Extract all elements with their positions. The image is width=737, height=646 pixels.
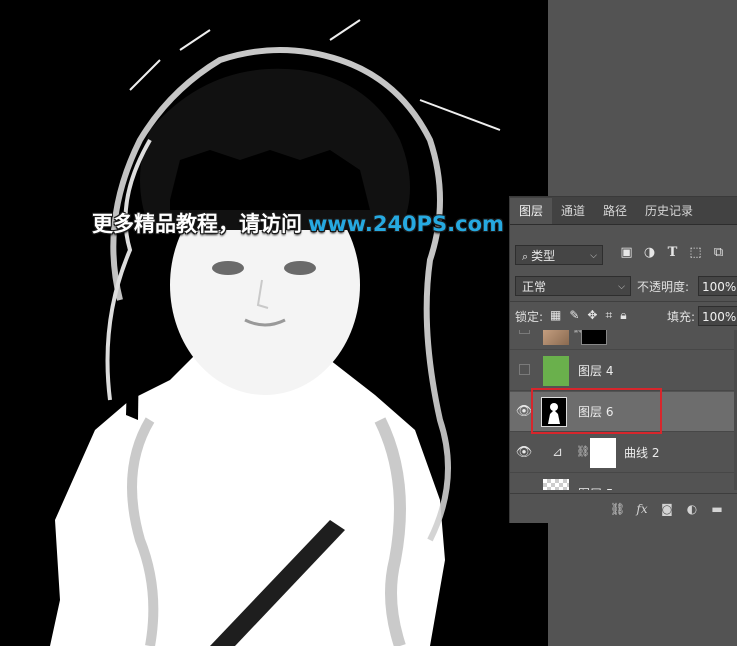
watermark-text: 更多精品教程，请访问 bbox=[92, 212, 302, 236]
link-icon: ⛓ bbox=[576, 445, 590, 458]
layer-thumbnail bbox=[543, 479, 569, 490]
lock-icons: ▦ ✎ ✥ ⌗ 🔒︎ bbox=[550, 308, 627, 323]
tab-channels[interactable]: 通道 bbox=[552, 198, 594, 224]
filter-icons: ▣ ◑ T ⬚ ⧉ bbox=[620, 246, 725, 259]
divider bbox=[510, 301, 737, 302]
fill-input[interactable]: 100% bbox=[698, 306, 737, 326]
lock-transparency-icon[interactable]: ▦ bbox=[550, 308, 561, 323]
layer-row-partial[interactable]: ⛓ bbox=[510, 330, 737, 350]
layer-name[interactable]: 图层 5 bbox=[578, 474, 613, 490]
filter-kind-value: 类型 bbox=[531, 249, 556, 263]
layer-row-layer4[interactable]: 图层 4 bbox=[510, 351, 737, 391]
layer-name[interactable]: 图层 4 bbox=[578, 351, 613, 391]
blend-mode-value: 正常 bbox=[522, 280, 547, 294]
visibility-toggle[interactable] bbox=[519, 364, 530, 375]
curves-adjustment-icon: ⊿ bbox=[552, 445, 563, 460]
eye-icon[interactable]: 👁︎ bbox=[516, 433, 533, 472]
blend-mode-select[interactable]: 正常 ⌵ bbox=[515, 276, 631, 296]
mask-thumbnail bbox=[590, 438, 616, 468]
chevron-down-icon: ⌵ bbox=[590, 251, 597, 261]
opacity-input[interactable]: 100% bbox=[698, 276, 737, 296]
fill-label: 填充: bbox=[667, 310, 696, 324]
search-icon: ⌕ bbox=[522, 250, 529, 263]
tab-paths[interactable]: 路径 bbox=[594, 198, 636, 224]
fx-icon[interactable]: fx bbox=[635, 502, 649, 516]
add-mask-icon[interactable]: ◙ bbox=[660, 502, 674, 516]
panel-tabs: 图层 通道 路径 历史记录 bbox=[510, 197, 737, 225]
folder-icon[interactable]: ▬ bbox=[710, 502, 724, 516]
layer-name[interactable]: 曲线 2 bbox=[624, 433, 659, 473]
layers-panel: 图层 通道 路径 历史记录 ⌕ 类型 ⌵ ▣ ◑ T ⬚ ⧉ 正常 ⌵ 不透明度:… bbox=[509, 196, 737, 523]
watermark: 更多精品教程，请访问 www.240PS.com bbox=[92, 208, 504, 238]
layer-row-curves2[interactable]: 👁︎ ⊿ ⛓ 曲线 2 bbox=[510, 433, 737, 473]
panel-bottom-bar: ⛓ fx ◙ ◐ ▬ bbox=[510, 493, 737, 523]
lock-artboard-icon[interactable]: ⌗ bbox=[605, 308, 612, 323]
adjustment-filter-icon[interactable]: ◑ bbox=[643, 246, 656, 259]
layer-row-layer5[interactable]: 图层 5 bbox=[510, 474, 737, 490]
adjustment-icon[interactable]: ◐ bbox=[685, 502, 699, 516]
layer-thumbnail bbox=[543, 330, 569, 345]
lock-all-icon[interactable]: 🔒︎ bbox=[620, 308, 626, 323]
filter-kind-select[interactable]: ⌕ 类型 ⌵ bbox=[515, 245, 603, 265]
eye-icon[interactable]: 👁︎ bbox=[516, 392, 533, 431]
tab-history[interactable]: 历史记录 bbox=[636, 198, 702, 224]
lock-pixels-icon[interactable]: ✎ bbox=[569, 308, 579, 323]
document-canvas[interactable]: 更多精品教程，请访问 www.240PS.com bbox=[0, 0, 548, 646]
lock-position-icon[interactable]: ✥ bbox=[587, 308, 597, 323]
lock-label: 锁定: bbox=[515, 310, 544, 324]
portrait-image bbox=[50, 19, 501, 646]
link-layers-icon[interactable]: ⛓ bbox=[610, 502, 625, 516]
type-filter-icon[interactable]: T bbox=[666, 246, 679, 259]
opacity-label: 不透明度: bbox=[637, 280, 690, 294]
mask-thumbnail bbox=[581, 330, 607, 345]
chevron-down-icon: ⌵ bbox=[618, 282, 625, 292]
shape-filter-icon[interactable]: ⬚ bbox=[689, 246, 702, 259]
image-filter-icon[interactable]: ▣ bbox=[620, 246, 633, 259]
smart-filter-icon[interactable]: ⧉ bbox=[712, 246, 725, 259]
visibility-toggle[interactable] bbox=[519, 330, 530, 334]
highlight-box bbox=[531, 388, 662, 434]
watermark-url: www.240PS.com bbox=[308, 212, 504, 236]
tab-layers[interactable]: 图层 bbox=[510, 198, 553, 224]
layer-thumbnail bbox=[543, 356, 569, 386]
